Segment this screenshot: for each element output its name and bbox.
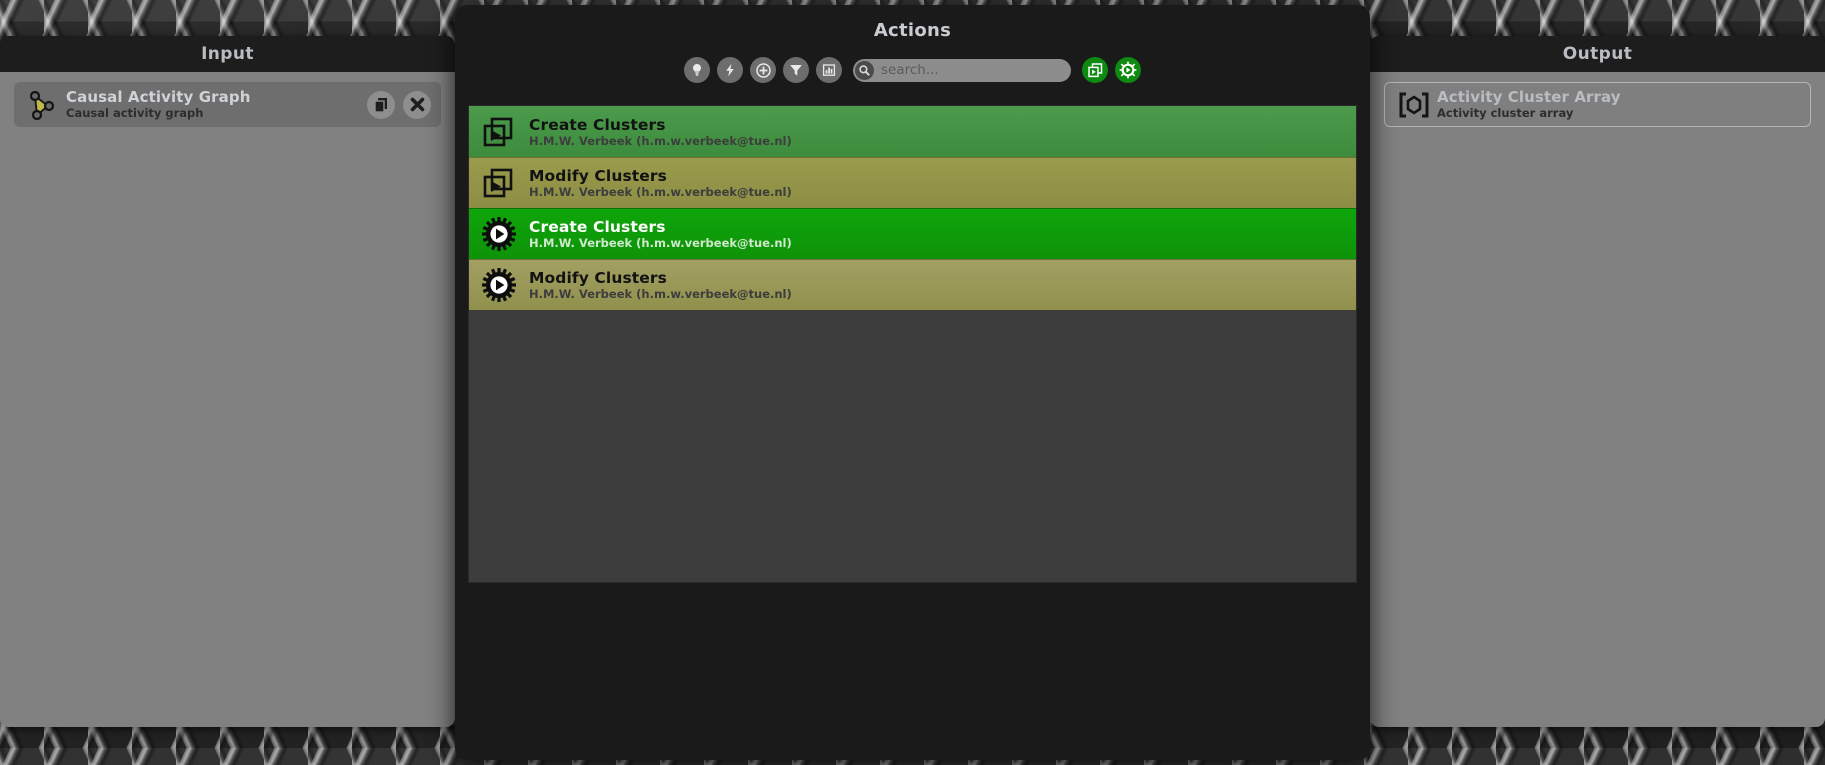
action-author: H.M.W. Verbeek (h.m.w.verbeek@tue.nl) <box>529 133 792 148</box>
action-row[interactable]: Modify Clusters H.M.W. Verbeek (h.m.w.ve… <box>469 259 1356 310</box>
input-item-text: Causal Activity Graph Causal activity gr… <box>62 88 367 121</box>
input-item-causal-activity-graph[interactable]: Causal Activity Graph Causal activity gr… <box>14 82 441 127</box>
output-item-text: Activity Cluster Array Activity cluster … <box>1433 88 1800 121</box>
actions-dialog: Actions search... Create Clusters H.M.W.… <box>455 5 1370 760</box>
copy-icon[interactable] <box>367 90 395 119</box>
action-author: H.M.W. Verbeek (h.m.w.verbeek@tue.nl) <box>529 287 792 301</box>
actions-toolbar <box>455 57 1370 83</box>
output-panel-body: Activity Cluster Array Activity cluster … <box>1370 72 1825 727</box>
action-row[interactable]: Create Clusters H.M.W. Verbeek (h.m.w.ve… <box>469 106 1356 157</box>
action-author: H.M.W. Verbeek (h.m.w.verbeek@tue.nl) <box>529 185 792 199</box>
action-text: Modify Clusters H.M.W. Verbeek (h.m.w.ve… <box>521 269 792 301</box>
action-text: Modify Clusters H.M.W. Verbeek (h.m.w.ve… <box>521 167 792 199</box>
lightning-bolt-icon[interactable] <box>717 57 743 83</box>
causal-graph-icon <box>24 88 62 122</box>
input-item-subtitle: Causal activity graph <box>66 106 204 120</box>
gear-play-icon[interactable] <box>1115 57 1141 83</box>
windows-play-icon <box>477 110 521 154</box>
input-panel: Input Causal Activity Graph Causal activ… <box>0 36 455 727</box>
action-name: Modify Clusters <box>529 167 667 185</box>
input-item-title: Causal Activity Graph <box>66 88 251 106</box>
dialog-title: Actions <box>873 20 952 41</box>
search-input[interactable] <box>874 62 1071 78</box>
actions-list[interactable]: Create Clusters H.M.W. Verbeek (h.m.w.ve… <box>468 105 1357 583</box>
dialog-footer: Reset Start <box>455 615 1370 760</box>
action-name: Create Clusters <box>529 115 666 134</box>
plus-circle-icon[interactable] <box>750 57 776 83</box>
action-name: Create Clusters <box>529 218 666 236</box>
action-text: Create Clusters H.M.W. Verbeek (h.m.w.ve… <box>521 218 792 250</box>
action-author: H.M.W. Verbeek (h.m.w.verbeek@tue.nl) <box>529 236 792 250</box>
action-row[interactable]: Modify Clusters H.M.W. Verbeek (h.m.w.ve… <box>469 157 1356 208</box>
search-icon <box>855 60 874 80</box>
output-panel-title: Output <box>1370 36 1825 72</box>
gear-play-icon <box>477 212 521 256</box>
application-window: Input Causal Activity Graph Causal activ… <box>0 0 1825 765</box>
action-row[interactable]: Create Clusters H.M.W. Verbeek (h.m.w.ve… <box>469 208 1356 259</box>
windows-play-icon <box>477 161 521 205</box>
search-box[interactable] <box>853 58 1071 82</box>
output-panel: Output Activity Cluster Array Activity c… <box>1370 36 1825 727</box>
array-brackets-icon <box>1395 88 1433 122</box>
input-item-actions <box>367 90 431 119</box>
windows-play-icon[interactable] <box>1082 57 1108 83</box>
action-name: Modify Clusters <box>529 269 667 287</box>
output-item-subtitle: Activity cluster array <box>1437 106 1574 120</box>
input-panel-body: Causal Activity Graph Causal activity gr… <box>0 72 455 727</box>
action-text: Create Clusters H.M.W. Verbeek (h.m.w.ve… <box>521 116 792 148</box>
filter-funnel-icon[interactable] <box>783 57 809 83</box>
bar-chart-icon[interactable] <box>816 57 842 83</box>
output-item-title: Activity Cluster Array <box>1437 88 1621 106</box>
gear-play-icon <box>477 263 521 307</box>
input-panel-title: Input <box>0 36 455 72</box>
output-item-activity-cluster-array[interactable]: Activity Cluster Array Activity cluster … <box>1384 82 1811 127</box>
close-icon[interactable] <box>403 90 431 119</box>
lightbulb-icon[interactable] <box>684 57 710 83</box>
